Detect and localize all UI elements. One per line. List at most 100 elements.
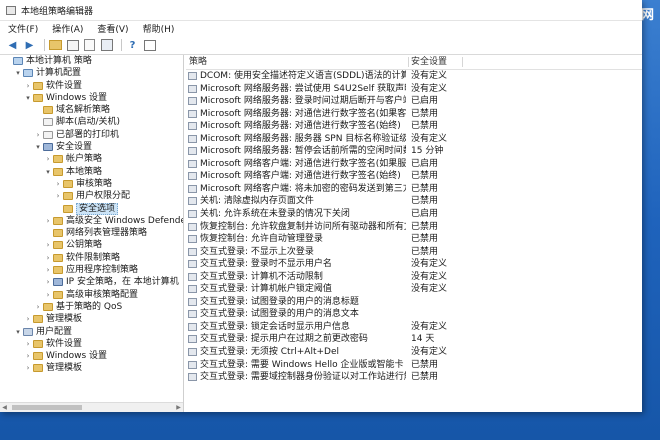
expand-arrow-icon[interactable]: › — [24, 80, 32, 92]
policy-row[interactable]: 交互式登录: 计算机不活动限制 没有定义 — [186, 271, 642, 284]
menu-view[interactable]: 查看(V) — [97, 22, 128, 35]
policy-row[interactable]: 交互式登录: 不显示上次登录 已禁用 — [186, 246, 642, 259]
policy-row[interactable]: 交互式登录: 计算机帐户锁定阈值 没有定义 — [186, 283, 642, 296]
menu-help[interactable]: 帮助(H) — [143, 22, 175, 35]
policy-row[interactable]: Microsoft 网络服务器: 暂停会话前所需的空闲时间数量 15 分钟 — [186, 145, 642, 158]
expand-arrow-icon[interactable]: › — [34, 301, 42, 313]
tree-item[interactable]: › 软件设置 — [0, 338, 183, 350]
policy-row[interactable]: 关机: 允许系统在未登录的情况下关闭 已启用 — [186, 208, 642, 221]
tree-item[interactable]: 域名解析策略 — [0, 104, 183, 116]
collapse-arrow-icon[interactable]: ▾ — [14, 67, 22, 79]
collapse-arrow-icon[interactable]: ▾ — [14, 326, 22, 338]
tree-item[interactable]: ▾ 用户配置 — [0, 326, 183, 338]
tree-item[interactable]: › 管理模板 — [0, 313, 183, 325]
tree-item[interactable]: 本地计算机 策略 — [0, 55, 183, 67]
column-divider[interactable] — [462, 57, 463, 67]
policy-row[interactable]: 交互式登录: 试图登录的用户的消息文本 — [186, 308, 642, 321]
policy-row[interactable]: Microsoft 网络服务器: 尝试使用 S4U2Self 获取声明信息没有定… — [186, 83, 642, 96]
tree-horizontal-scrollbar[interactable]: ◀ ▶ — [0, 402, 183, 412]
policy-row[interactable]: 交互式登录: 需要域控制器身份验证以对工作站进行解锁 已禁用 — [186, 371, 642, 384]
help-icon[interactable]: ? — [126, 39, 139, 52]
policy-row[interactable]: 交互式登录: 登录时不显示用户名 没有定义 — [186, 258, 642, 271]
tree-item[interactable]: 安全选项 — [0, 202, 183, 215]
show-hide-tree-icon[interactable] — [66, 39, 79, 52]
tree-item[interactable]: › 用户权限分配 — [0, 190, 183, 202]
scroll-thumb[interactable] — [12, 405, 82, 410]
back-arrow-icon[interactable]: ◀ — [6, 39, 19, 52]
column-policy[interactable]: 策略 — [189, 55, 207, 69]
tree-item[interactable]: 脚本(启动/关机) — [0, 116, 183, 128]
expand-arrow-icon[interactable]: › — [34, 129, 42, 141]
expand-arrow-icon[interactable]: › — [24, 338, 32, 350]
tree-item[interactable]: › 软件设置 — [0, 80, 183, 92]
collapse-arrow-icon[interactable]: ▾ — [44, 166, 52, 178]
policy-row[interactable]: 关机: 清除虚拟内存页面文件 已禁用 — [186, 195, 642, 208]
collapse-arrow-icon[interactable]: ▾ — [24, 92, 32, 104]
user-icon — [23, 327, 33, 336]
policy-row[interactable]: Microsoft 网络服务器: 服务器 SPN 目标名称验证级别 没有定义 — [186, 133, 642, 146]
tree-item-label: 高级审核策略配置 — [66, 289, 139, 300]
policy-row[interactable]: Microsoft 网络服务器: 登录时间过期后断开与客户端的连接已启用 — [186, 95, 642, 108]
policy-name: Microsoft 网络服务器: 对通信进行数字签名(始终) — [200, 121, 401, 132]
menu-action[interactable]: 操作(A) — [52, 22, 83, 35]
collapse-arrow-icon[interactable]: ▾ — [34, 141, 42, 153]
scroll-left-icon[interactable]: ◀ — [0, 403, 9, 412]
policy-row[interactable]: Microsoft 网络客户端: 对通信进行数字签名(始终) 已禁用 — [186, 170, 642, 183]
policy-row[interactable]: 交互式登录: 锁定会话时显示用户信息 没有定义 — [186, 321, 642, 334]
menu-file[interactable]: 文件(F) — [8, 22, 38, 35]
policy-row[interactable]: Microsoft 网络服务器: 对通信进行数字签名(如果客户端允... 已禁用 — [186, 108, 642, 121]
expand-arrow-icon[interactable]: › — [44, 215, 52, 227]
policy-row[interactable]: Microsoft 网络服务器: 对通信进行数字签名(始终) 已禁用 — [186, 120, 642, 133]
scroll-right-icon[interactable]: ▶ — [174, 403, 183, 412]
tree-item[interactable]: › IP 安全策略，在 本地计算机 — [0, 276, 183, 288]
policy-setting-icon — [188, 348, 197, 357]
tree-item[interactable]: › 管理模板 — [0, 362, 183, 374]
policy-row[interactable]: 交互式登录: 试图登录的用户的消息标题 — [186, 296, 642, 309]
expand-arrow-icon[interactable]: › — [44, 252, 52, 264]
delete-icon[interactable] — [83, 39, 96, 52]
expand-arrow-icon[interactable]: › — [44, 153, 52, 165]
tree-item[interactable]: › 高级审核策略配置 — [0, 289, 183, 301]
policy-name: Microsoft 网络服务器: 尝试使用 S4U2Self 获取声明信息 — [200, 83, 406, 94]
tree-item[interactable]: 网络列表管理器策略 — [0, 227, 183, 239]
forward-arrow-icon[interactable]: ▶ — [23, 39, 36, 52]
tree-item[interactable]: › 帐户策略 — [0, 153, 183, 165]
expand-arrow-icon[interactable]: › — [44, 276, 52, 288]
expand-arrow-icon[interactable]: › — [24, 313, 32, 325]
tree-item[interactable]: › 基于策略的 QoS — [0, 301, 183, 313]
tree-item[interactable]: › 已部署的打印机 — [0, 129, 183, 141]
expand-arrow-icon[interactable]: › — [24, 362, 32, 374]
policy-row[interactable]: Microsoft 网络客户端: 对通信进行数字签名(如果服务器允... 已启用 — [186, 158, 642, 171]
expand-arrow-icon[interactable]: › — [54, 190, 62, 202]
tree-item[interactable]: › 应用程序控制策略 — [0, 264, 183, 276]
expand-arrow-icon[interactable]: › — [44, 239, 52, 251]
tree-item[interactable]: ▾ 本地策略 — [0, 166, 183, 178]
properties-icon[interactable] — [100, 39, 113, 52]
tree-item[interactable]: ▾ 安全设置 — [0, 141, 183, 153]
view-icon[interactable] — [143, 39, 156, 52]
tree-item[interactable]: › 高级安全 Windows Defender 防 — [0, 215, 183, 227]
policy-row[interactable]: 恢复控制台: 允许自动管理登录 已禁用 — [186, 233, 642, 246]
tree-item[interactable]: ▾ Windows 设置 — [0, 92, 183, 104]
expand-arrow-icon[interactable]: › — [44, 264, 52, 276]
policy-row[interactable]: 交互式登录: 需要 Windows Hello 企业版或智能卡 已禁用 — [186, 359, 642, 372]
tree-item[interactable]: › 软件限制策略 — [0, 252, 183, 264]
policy-row[interactable]: Microsoft 网络客户端: 将未加密的密码发送到第三方 SMB... 已禁用 — [186, 183, 642, 196]
tree-item[interactable]: › Windows 设置 — [0, 350, 183, 362]
expand-arrow-icon[interactable]: › — [24, 350, 32, 362]
policy-row[interactable]: DCOM: 使用安全描述符定义语言(SDDL)语法的计算机启动... 没有定义 — [186, 70, 642, 83]
details-pane: 策略 安全设置 DCOM: 使用安全描述符定义语言(SDDL)语法的计算机启动.… — [186, 55, 642, 412]
policy-row[interactable]: 交互式登录: 提示用户在过期之前更改密码 14 天 — [186, 333, 642, 346]
tree-item[interactable]: › 公钥策略 — [0, 239, 183, 251]
folder-up-icon[interactable] — [49, 39, 62, 52]
title-bar[interactable]: 本地组策略编辑器 — [0, 0, 642, 21]
tree-item[interactable]: › 审核策略 — [0, 178, 183, 190]
policy-row[interactable]: 交互式登录: 无须按 Ctrl+Alt+Del 没有定义 — [186, 346, 642, 359]
column-divider[interactable] — [408, 57, 409, 67]
policy-row[interactable]: 恢复控制台: 允许软盘复制并访问所有驱动器和所有文件夹已禁用 — [186, 221, 642, 234]
tree-item[interactable]: ▾ 计算机配置 — [0, 67, 183, 79]
column-setting[interactable]: 安全设置 — [411, 55, 447, 69]
expand-arrow-icon[interactable]: › — [44, 289, 52, 301]
expand-arrow-icon[interactable]: › — [54, 178, 62, 190]
policy-setting-icon — [188, 84, 197, 93]
